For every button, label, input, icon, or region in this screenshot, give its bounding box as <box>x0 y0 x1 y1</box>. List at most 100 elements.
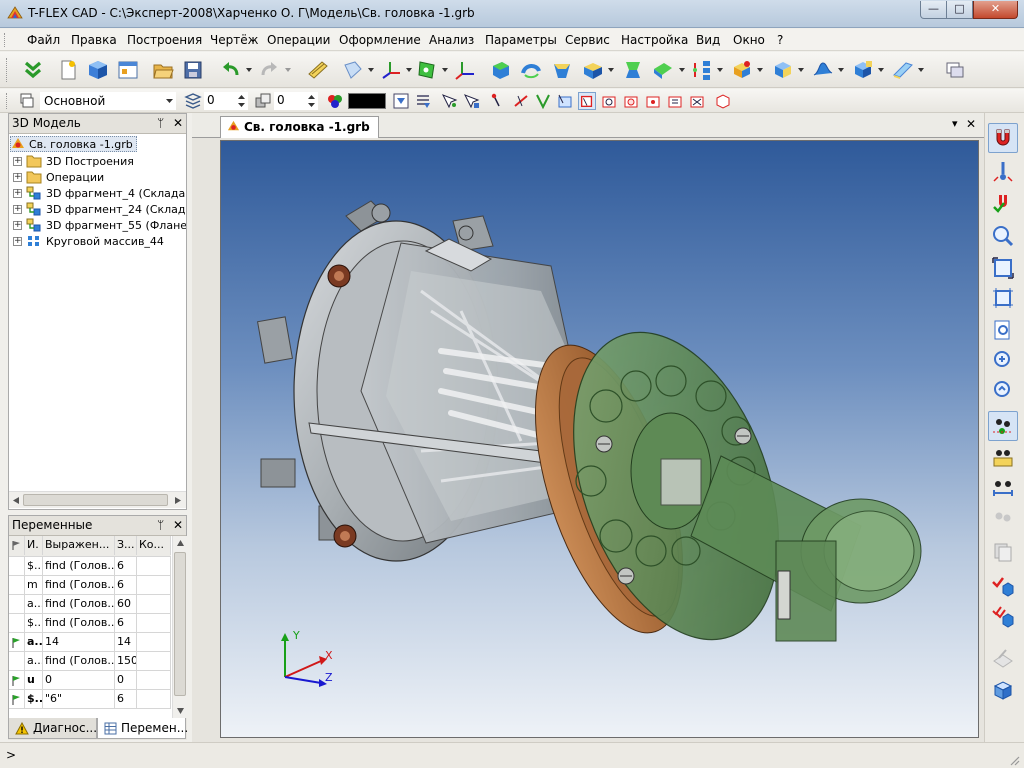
layer-select[interactable]: Основной <box>40 92 176 110</box>
thicken-dropdown-icon[interactable] <box>878 68 884 72</box>
3d-profile-button[interactable] <box>414 57 440 83</box>
select-loop-icon[interactable] <box>534 92 552 110</box>
expr-col-header[interactable]: Выражен... <box>43 536 115 555</box>
array-button[interactable] <box>689 57 715 83</box>
fit-view-button[interactable] <box>988 283 1018 313</box>
select-thread-icon[interactable] <box>666 92 684 110</box>
list-filter-icon[interactable] <box>414 92 432 110</box>
select-face-icon[interactable] <box>556 92 574 110</box>
save-file-button[interactable] <box>180 57 206 83</box>
table-row[interactable]: a... find (Голов... 60 <box>9 595 171 614</box>
check-body-button[interactable] <box>988 571 1018 601</box>
select-element-icon[interactable] <box>462 92 480 110</box>
expand-toggle[interactable]: + <box>13 156 22 166</box>
select-edge-icon[interactable] <box>512 92 530 110</box>
name-cell[interactable]: $... <box>25 557 43 576</box>
menu-view[interactable]: Вид <box>696 33 720 47</box>
doc-menu-button[interactable]: ▾ <box>952 117 958 130</box>
select-points-button[interactable] <box>988 411 1018 441</box>
new-drawing-button[interactable] <box>115 57 141 83</box>
undo-dropdown-icon[interactable] <box>246 68 252 72</box>
priority-spin-icon[interactable] <box>308 94 315 108</box>
expr-cell[interactable]: 14 <box>43 633 115 652</box>
dimension-button[interactable] <box>988 443 1018 473</box>
menu-service[interactable]: Сервис <box>565 33 610 47</box>
undo-button[interactable] <box>218 57 244 83</box>
flag-cell[interactable] <box>9 557 25 576</box>
tree-item[interactable]: + 3D Построения <box>13 153 134 169</box>
shell-button[interactable] <box>729 57 755 83</box>
tab-diagnostics[interactable]: Диагнос... <box>8 718 97 739</box>
scroll-thumb[interactable] <box>23 494 168 506</box>
select-object-icon[interactable] <box>440 92 458 110</box>
snap-magnet-button[interactable] <box>988 123 1018 153</box>
menu-settings[interactable]: Настройка <box>621 33 688 47</box>
scroll-up-icon[interactable] <box>177 540 184 546</box>
flag-cell[interactable] <box>9 614 25 633</box>
sheet-metal-button[interactable] <box>890 57 916 83</box>
snap-check-button[interactable] <box>988 189 1018 219</box>
expand-toggle[interactable]: + <box>13 188 22 198</box>
copy-view-button[interactable] <box>988 537 1018 567</box>
zoom-all-button[interactable] <box>988 253 1018 283</box>
3d-viewport[interactable]: Y X Z <box>220 140 979 738</box>
minimize-button[interactable]: — <box>920 1 947 19</box>
new-3d-model-button[interactable] <box>85 57 111 83</box>
table-row[interactable]: a...1414 <box>9 633 171 652</box>
zoom-in-button[interactable] <box>988 315 1018 345</box>
comment-cell[interactable] <box>137 671 171 690</box>
flag-cell[interactable] <box>9 595 25 614</box>
table-row[interactable]: a... find (Голов... 150 <box>9 652 171 671</box>
section-plane-button[interactable] <box>988 643 1018 673</box>
tree-item[interactable]: + 3D фрагмент_4 (Складанн: <box>13 185 186 201</box>
name-cell[interactable]: a... <box>25 633 43 652</box>
select-hole-icon[interactable] <box>644 92 662 110</box>
layer-dropdown-icon[interactable] <box>166 99 173 103</box>
menu-operations[interactable]: Операции <box>267 33 330 47</box>
workplane-button[interactable] <box>340 57 366 83</box>
expr-cell[interactable]: "6" <box>43 690 115 709</box>
workplane-dropdown-icon[interactable] <box>368 68 374 72</box>
name-cell[interactable]: a... <box>25 595 43 614</box>
fillet-dropdown-icon[interactable] <box>679 68 685 72</box>
tree-item[interactable]: + 3D фрагмент_55 (Фланець <box>13 217 186 233</box>
close-vars-button[interactable]: ✕ <box>173 516 183 535</box>
sweep-dropdown-icon[interactable] <box>608 68 614 72</box>
value-cell[interactable]: 6 <box>115 557 137 576</box>
value-cell[interactable]: 60 <box>115 595 137 614</box>
select-all-icon[interactable] <box>688 92 706 110</box>
menu-format[interactable]: Оформление <box>339 33 421 47</box>
menu-edit[interactable]: Правка <box>71 33 117 47</box>
flag-cell[interactable] <box>9 652 25 671</box>
tree-horizontal-scrollbar[interactable] <box>9 491 186 508</box>
sheet-dropdown-icon[interactable] <box>918 68 924 72</box>
name-cell[interactable]: $... <box>25 614 43 633</box>
vars-vertical-scrollbar[interactable] <box>172 536 187 721</box>
surface-dropdown-icon[interactable] <box>838 68 844 72</box>
level-spin-icon[interactable] <box>238 94 245 108</box>
extrude-button[interactable] <box>488 57 514 83</box>
select-model-icon[interactable] <box>714 92 732 110</box>
tree-item[interactable]: + 3D фрагмент_24 (Складанн <box>13 201 186 217</box>
boolean-button[interactable] <box>620 57 646 83</box>
expand-toggle[interactable]: + <box>13 220 22 230</box>
comment-cell[interactable] <box>137 690 171 709</box>
table-row[interactable]: $... find (Голов... 6 <box>9 614 171 633</box>
value-cell[interactable]: 6 <box>115 576 137 595</box>
document-tab[interactable]: Св. головка -1.grb <box>220 116 379 138</box>
surface-button[interactable] <box>810 57 836 83</box>
maximize-button[interactable]: □ <box>946 1 973 19</box>
snap-point-button[interactable] <box>988 157 1018 187</box>
value-cell[interactable]: 150 <box>115 652 137 671</box>
comment-cell[interactable] <box>137 557 171 576</box>
value-cell[interactable]: 0 <box>115 671 137 690</box>
sweep-button[interactable] <box>580 57 606 83</box>
new-file-button[interactable] <box>55 57 81 83</box>
node-dropdown-icon[interactable] <box>406 68 412 72</box>
pin-vars-button[interactable]: ᛘ <box>157 516 164 535</box>
table-row[interactable]: m find (Голов... 6 <box>9 576 171 595</box>
flag-cell[interactable] <box>9 690 25 709</box>
menu-parameters[interactable]: Параметры <box>485 33 557 47</box>
expand-toggle[interactable]: + <box>13 172 22 182</box>
check-intersection-button[interactable] <box>988 601 1018 631</box>
